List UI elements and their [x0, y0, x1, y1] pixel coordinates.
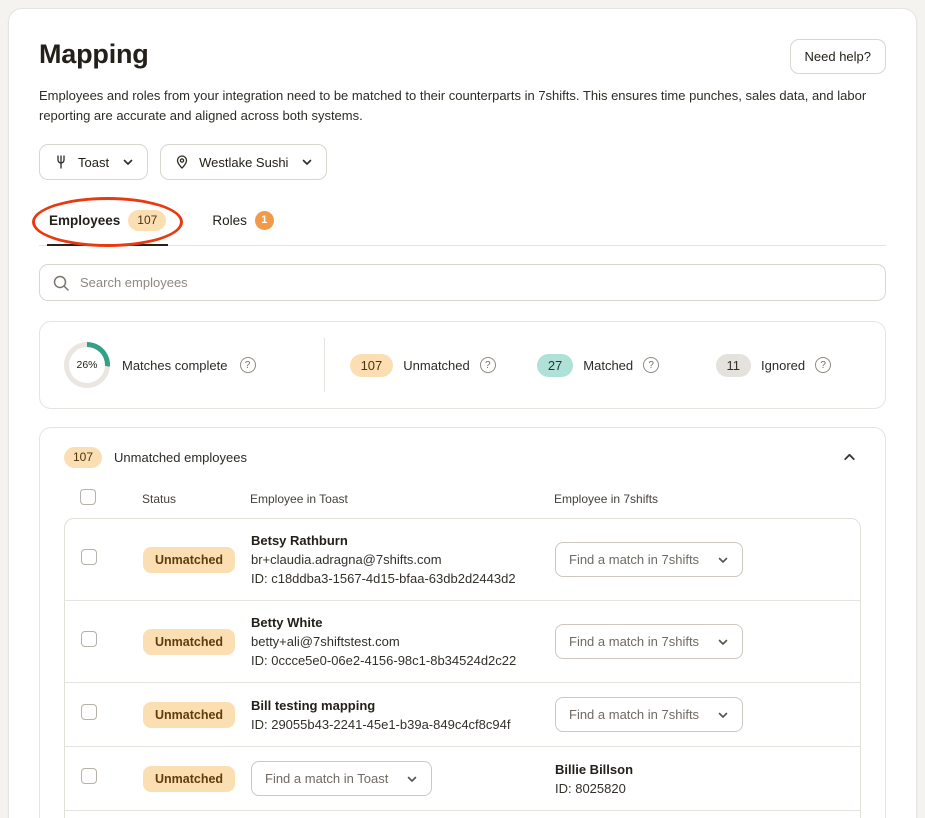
employee-id: ID: 29055b43-2241-45e1-b39a-849c4cf8c94f [251, 717, 555, 732]
row-checkbox[interactable] [81, 704, 97, 720]
dropdown-label: Find a match in 7shifts [569, 634, 699, 649]
tab-roles[interactable]: Roles 1 [210, 206, 276, 245]
location-pin-icon [174, 154, 190, 170]
matched-label: Matched [583, 358, 633, 373]
tab-employees-count-badge: 107 [128, 210, 166, 231]
employee-name: Bill testing mapping [251, 698, 555, 713]
match-stats-card: 26% Matches complete ? 107 Unmatched ? 2… [39, 321, 886, 409]
chevron-up-icon [842, 450, 857, 465]
mapping-page-card: Mapping Need help? Employees and roles f… [8, 8, 917, 818]
help-icon[interactable]: ? [643, 357, 659, 373]
search-employees-input[interactable] [39, 264, 886, 301]
chevron-down-icon [717, 636, 729, 648]
employee-name: Betsy Rathburn [251, 533, 555, 548]
employee-name: Betty White [251, 615, 555, 630]
chevron-down-icon [406, 773, 418, 785]
tab-employees-label: Employees [49, 213, 120, 228]
matched-count-badge: 27 [537, 354, 573, 377]
tab-employees[interactable]: Employees 107 [47, 206, 168, 245]
search-icon [52, 274, 70, 292]
chevron-down-icon [717, 709, 729, 721]
page-description: Employees and roles from your integratio… [39, 86, 886, 126]
status-badge: Unmatched [143, 547, 235, 573]
help-icon[interactable]: ? [480, 357, 496, 373]
page-header: Mapping Need help? [39, 39, 886, 74]
table-row: Unmatched Find a match in Toast Billie B… [65, 746, 860, 810]
table-row [65, 810, 860, 818]
row-checkbox[interactable] [81, 549, 97, 565]
ignored-count-badge: 11 [716, 354, 752, 377]
employee-email: br+claudia.adragna@7shifts.com [251, 552, 555, 567]
employee-name: Billie Billson [555, 762, 860, 777]
integration-dropdown-label: Toast [78, 155, 109, 170]
location-dropdown[interactable]: Westlake Sushi [160, 144, 327, 180]
stats-divider [324, 338, 325, 392]
ignored-label: Ignored [761, 358, 805, 373]
employee-toast-info: Bill testing mapping ID: 29055b43-2241-4… [251, 698, 555, 732]
chevron-down-icon [301, 156, 313, 168]
column-header-employee-in-toast: Employee in Toast [250, 492, 554, 506]
find-match-in-toast-dropdown[interactable]: Find a match in Toast [251, 761, 432, 796]
employee-7shifts-info: Billie Billson ID: 8025820 [555, 762, 860, 796]
find-match-in-7shifts-dropdown[interactable]: Find a match in 7shifts [555, 624, 743, 659]
dropdown-label: Find a match in Toast [265, 771, 388, 786]
table-header-row: Status Employee in Toast Employee in 7sh… [64, 469, 861, 518]
page-title: Mapping [39, 39, 149, 70]
ignored-stat: 11 Ignored ? [686, 354, 861, 377]
dropdown-label: Find a match in 7shifts [569, 707, 699, 722]
status-badge: Unmatched [143, 766, 235, 792]
find-match-in-7shifts-dropdown[interactable]: Find a match in 7shifts [555, 697, 743, 732]
employee-id: ID: 8025820 [555, 781, 860, 796]
matches-complete-stat: 26% Matches complete ? [64, 342, 314, 388]
employee-table: Unmatched Betsy Rathburn br+claudia.adra… [64, 518, 861, 818]
dropdown-label: Find a match in 7shifts [569, 552, 699, 567]
row-checkbox[interactable] [81, 768, 97, 784]
column-header-employee-in-7shifts: Employee in 7shifts [554, 492, 861, 506]
employee-id: ID: 0ccce5e0-06e2-4156-98c1-8b34524d2c22 [251, 653, 555, 668]
status-badge: Unmatched [143, 702, 235, 728]
row-checkbox[interactable] [81, 631, 97, 647]
help-icon[interactable]: ? [240, 357, 256, 373]
chevron-down-icon [122, 156, 134, 168]
matched-stat: 27 Matched ? [510, 354, 685, 377]
search-bar [39, 264, 886, 301]
location-dropdown-label: Westlake Sushi [199, 155, 288, 170]
section-title: Unmatched employees [114, 450, 247, 465]
unmatched-stat: 107 Unmatched ? [335, 354, 510, 377]
employee-toast-info: Betty White betty+ali@7shiftstest.com ID… [251, 615, 555, 668]
integration-dropdown[interactable]: Toast [39, 144, 148, 180]
employee-email: betty+ali@7shiftstest.com [251, 634, 555, 649]
table-row: Unmatched Bill testing mapping ID: 29055… [65, 682, 860, 746]
unmatched-count-badge: 107 [350, 354, 394, 377]
section-count-badge: 107 [64, 447, 102, 468]
column-header-status: Status [142, 492, 250, 506]
filter-bar: Toast Westlake Sushi [39, 144, 886, 180]
table-row: Unmatched Betty White betty+ali@7shiftst… [65, 600, 860, 682]
table-row: Unmatched Betsy Rathburn br+claudia.adra… [65, 519, 860, 600]
unmatched-label: Unmatched [403, 358, 469, 373]
tab-roles-count-badge: 1 [255, 211, 274, 230]
progress-ring: 26% [64, 342, 110, 388]
collapse-section-button[interactable] [838, 446, 861, 469]
employee-toast-info: Betsy Rathburn br+claudia.adragna@7shift… [251, 533, 555, 586]
find-match-in-7shifts-dropdown[interactable]: Find a match in 7shifts [555, 542, 743, 577]
help-icon[interactable]: ? [815, 357, 831, 373]
tab-roles-label: Roles [212, 213, 247, 228]
matches-complete-label: Matches complete [122, 358, 228, 373]
section-header: 107 Unmatched employees [64, 446, 861, 469]
status-badge: Unmatched [143, 629, 235, 655]
fork-icon [53, 154, 69, 170]
chevron-down-icon [717, 554, 729, 566]
need-help-button[interactable]: Need help? [790, 39, 887, 74]
employee-id: ID: c18ddba3-1567-4d15-bfaa-63db2d2443d2 [251, 571, 555, 586]
select-all-checkbox[interactable] [80, 489, 96, 505]
unmatched-employees-section: 107 Unmatched employees Status Employee … [39, 427, 886, 818]
progress-percent: 26% [69, 347, 105, 383]
tab-bar: Employees 107 Roles 1 [39, 206, 886, 246]
